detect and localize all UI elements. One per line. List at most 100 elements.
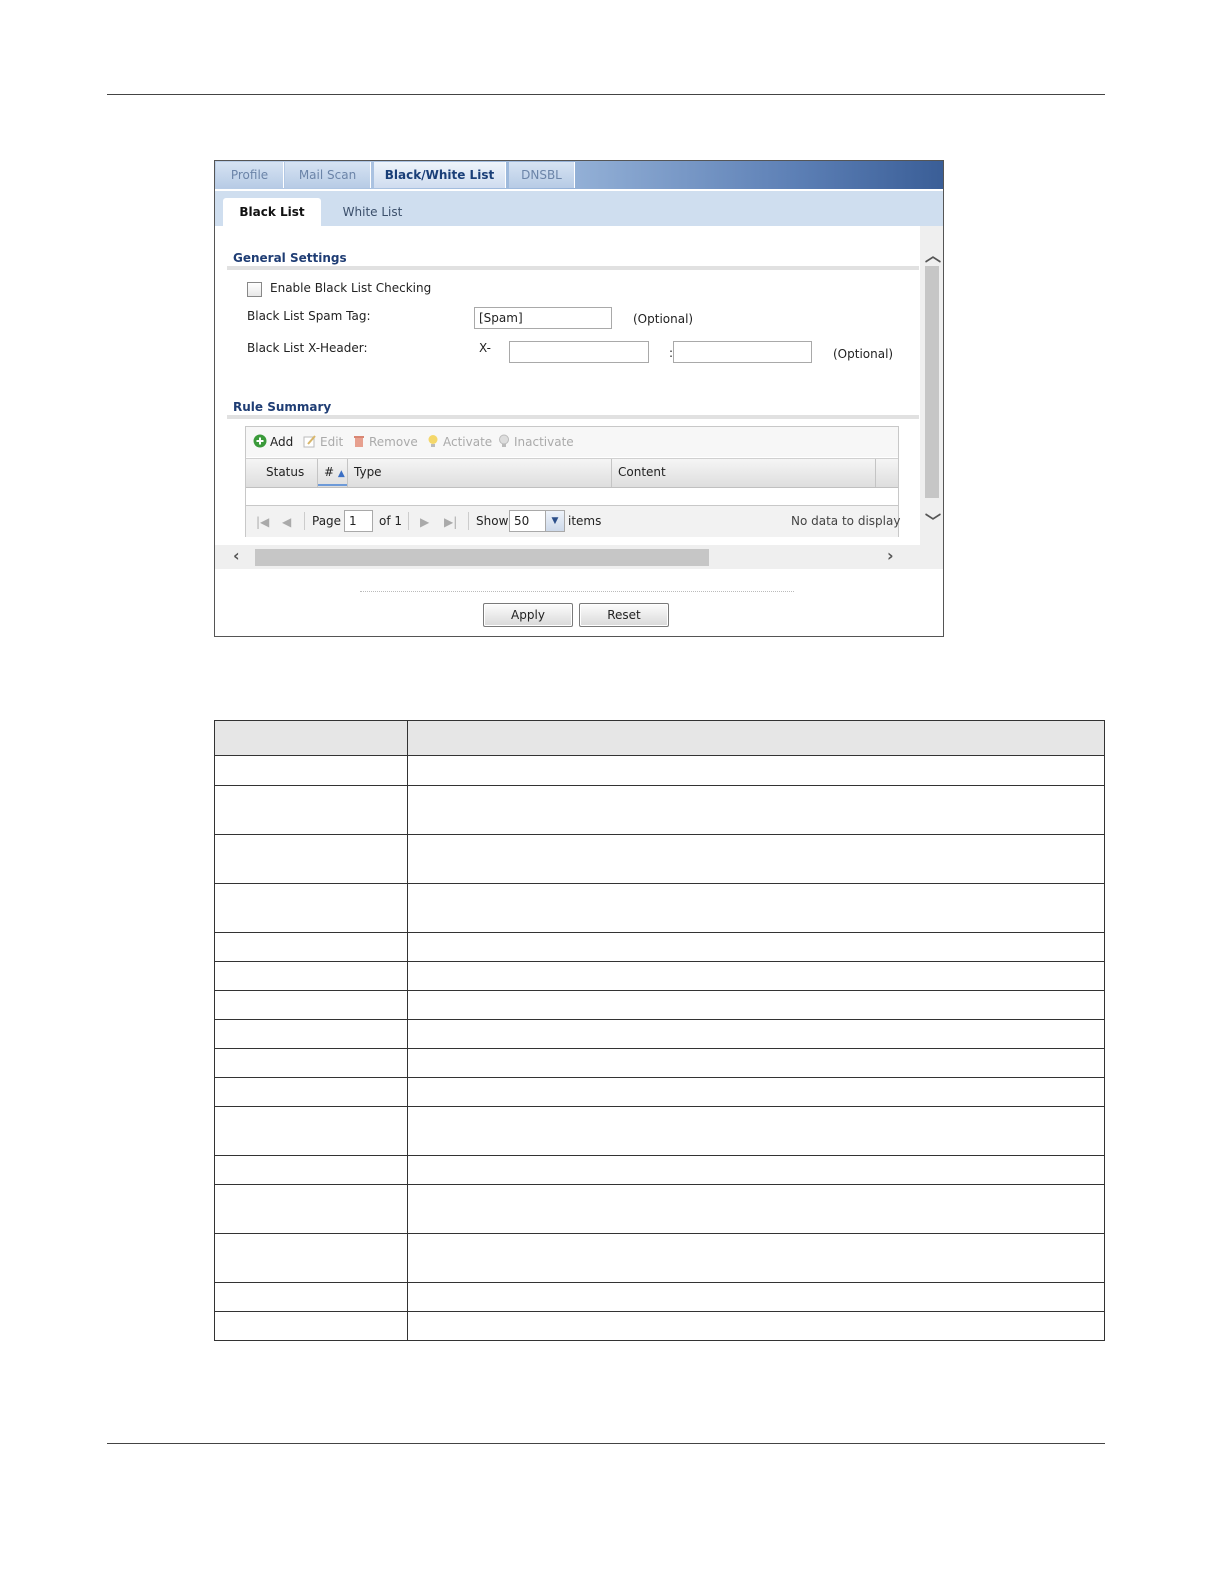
- last-page-icon[interactable]: ▶|: [444, 515, 457, 529]
- scroll-left-icon[interactable]: ‹: [233, 546, 240, 565]
- column-header-type[interactable]: Type: [354, 465, 382, 479]
- table-row: [214, 932, 1105, 962]
- scroll-up-icon[interactable]: ︿: [925, 242, 941, 266]
- add-button-label: Add: [270, 435, 294, 449]
- activate-button[interactable]: Activate: [426, 434, 492, 449]
- enable-black-list-label: Enable Black List Checking: [270, 281, 432, 295]
- table-row: [214, 785, 1105, 835]
- horizontal-scroll-thumb[interactable]: [255, 549, 709, 566]
- inactivate-button[interactable]: Inactivate: [497, 434, 574, 449]
- grid-pagination: |◀ ◀ Page 1 of 1 ▶ ▶| Show 50 ▼ items No…: [246, 505, 901, 537]
- table-row: [214, 1106, 1105, 1156]
- add-icon: [253, 434, 267, 448]
- tab-dnsbl[interactable]: DNSBL: [509, 162, 575, 188]
- tab-black-white-list[interactable]: Black/White List: [374, 162, 506, 188]
- scroll-down-icon[interactable]: ﹀: [925, 508, 941, 532]
- page-number-input[interactable]: 1: [344, 510, 373, 532]
- remove-button-label: Remove: [369, 435, 418, 449]
- table-row: [214, 1048, 1105, 1078]
- button-divider: [360, 591, 794, 592]
- enable-black-list-checkbox[interactable]: [247, 282, 262, 297]
- table-row: [214, 1184, 1105, 1234]
- vertical-scroll-thumb[interactable]: [925, 266, 939, 498]
- table-row: [214, 883, 1105, 933]
- xheader-optional-note: (Optional): [833, 347, 894, 361]
- lightbulb-off-icon: [499, 434, 509, 447]
- sort-ascending-icon: ▲: [337, 469, 345, 479]
- spam-tag-optional-note: (Optional): [633, 312, 694, 326]
- spam-tag-input[interactable]: [Spam]: [474, 307, 612, 329]
- column-separator: [317, 459, 318, 487]
- table-row: [214, 1077, 1105, 1107]
- pager-separator: [304, 512, 305, 530]
- rule-summary-grid: Add Edit Remove Activate Inactivate Stat…: [245, 426, 901, 537]
- rule-summary-title: Rule Summary: [233, 400, 332, 414]
- scroll-right-icon[interactable]: ›: [887, 546, 894, 565]
- sort-indicator-underline: [318, 484, 347, 486]
- inactivate-button-label: Inactivate: [514, 435, 574, 449]
- table-row: [214, 1155, 1105, 1185]
- column-header-number[interactable]: # ▲: [324, 465, 345, 479]
- black-list-panel: Profile Mail Scan Black/White List DNSBL…: [214, 160, 944, 637]
- xheader-value-input[interactable]: [673, 341, 812, 363]
- table-row: [214, 834, 1105, 884]
- page-count-label: of 1: [379, 514, 403, 528]
- spam-tag-label: Black List Spam Tag:: [247, 309, 371, 323]
- table-row: [214, 1019, 1105, 1049]
- table-header-row: [214, 720, 1105, 756]
- first-page-icon[interactable]: |◀: [256, 515, 269, 529]
- table-row: [214, 990, 1105, 1020]
- horizontal-scrollbar[interactable]: ‹ ›: [215, 545, 920, 569]
- main-tab-bar: Profile Mail Scan Black/White List DNSBL: [215, 161, 943, 189]
- grid-status-text: No data to display: [791, 514, 901, 528]
- field-description-table: [214, 720, 1105, 1341]
- column-header-content[interactable]: Content: [618, 465, 666, 479]
- tab-mail-scan[interactable]: Mail Scan: [285, 162, 371, 188]
- lightbulb-on-icon: [428, 435, 438, 447]
- next-page-icon[interactable]: ▶: [420, 515, 429, 529]
- column-separator: [875, 459, 876, 487]
- prev-page-icon[interactable]: ◀: [282, 515, 291, 529]
- subtab-black-list[interactable]: Black List: [223, 198, 321, 226]
- page-label: Page: [312, 514, 342, 528]
- pager-separator: [408, 512, 409, 530]
- table-row: [214, 1233, 1105, 1283]
- edit-icon: [303, 435, 316, 448]
- grid-toolbar: Add Edit Remove Activate Inactivate: [246, 427, 898, 457]
- content-area: General Settings Enable Black List Check…: [215, 226, 920, 569]
- show-label: Show: [476, 514, 509, 528]
- xheader-prefix: X-: [479, 341, 491, 355]
- add-button[interactable]: Add: [253, 434, 293, 449]
- page-size-select[interactable]: 50 ▼: [509, 510, 565, 532]
- table-row: [214, 1282, 1105, 1312]
- activate-button-label: Activate: [443, 435, 493, 449]
- remove-button[interactable]: Remove: [352, 434, 418, 449]
- page-bottom-rule: [107, 1443, 1105, 1444]
- edit-button-label: Edit: [320, 435, 344, 449]
- edit-button[interactable]: Edit: [303, 434, 343, 449]
- xheader-label: Black List X-Header:: [247, 341, 368, 355]
- chevron-down-icon[interactable]: ▼: [545, 511, 564, 531]
- subtab-white-list[interactable]: White List: [325, 198, 420, 226]
- page-size-value: 50: [514, 514, 530, 528]
- tab-profile[interactable]: Profile: [216, 162, 284, 188]
- trash-icon: [354, 436, 364, 447]
- xheader-name-input[interactable]: [509, 341, 649, 363]
- column-separator: [347, 459, 348, 487]
- general-settings-title: General Settings: [233, 251, 347, 265]
- column-header-status[interactable]: Status: [266, 465, 304, 479]
- page-top-rule: [107, 94, 1105, 95]
- grid-header: Status # ▲ Type Content: [246, 458, 898, 488]
- sub-tab-bar: Black List White List: [215, 191, 943, 226]
- pager-separator: [468, 512, 469, 530]
- vertical-scrollbar[interactable]: ︿ ﹀: [920, 226, 943, 569]
- column-separator: [611, 459, 612, 487]
- section-divider: [227, 266, 919, 270]
- table-row: [214, 1311, 1105, 1341]
- section-divider: [227, 415, 919, 419]
- items-label: items: [568, 514, 602, 528]
- column-number-label: #: [324, 465, 335, 479]
- reset-button[interactable]: Reset: [579, 603, 669, 627]
- apply-button[interactable]: Apply: [483, 603, 573, 627]
- table-row: [214, 961, 1105, 991]
